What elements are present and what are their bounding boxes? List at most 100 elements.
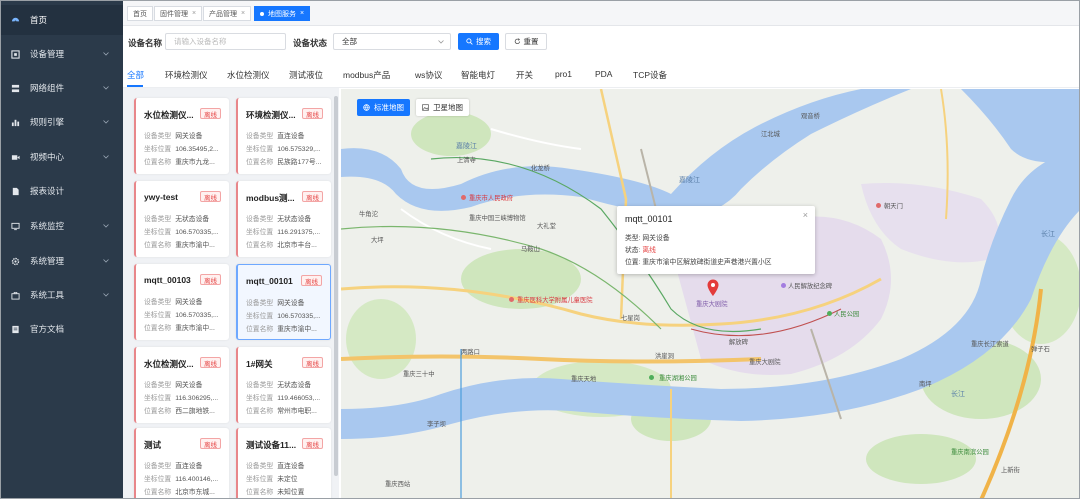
category-tab[interactable]: 环境检测仪 bbox=[165, 69, 208, 81]
tab-bar: 首页 固件管理 × 产品管理 × 地图服务 × bbox=[123, 1, 1079, 26]
device-coord: 116.306295,... bbox=[175, 395, 219, 402]
search-button[interactable]: 搜索 bbox=[458, 33, 499, 50]
category-tab[interactable]: TCP设备 bbox=[633, 69, 667, 81]
map-label: 江北城 bbox=[761, 131, 780, 138]
device-name: 测试设备11... bbox=[246, 440, 297, 450]
map-label: 重庆市人民政府 bbox=[469, 195, 514, 202]
device-card[interactable]: 水位检测仪... 离线 设备类型 网关设备 坐标位置 106.35495,2... … bbox=[134, 98, 229, 174]
field-label: 位置名称 bbox=[144, 408, 172, 415]
device-location: 重庆市渝中... bbox=[175, 325, 215, 332]
chevron-down-icon bbox=[103, 120, 109, 124]
close-icon[interactable]: × bbox=[241, 10, 245, 17]
sidebar-item-device-management[interactable]: 设备管理 bbox=[1, 39, 123, 69]
sidebar-item-rule-engine[interactable]: 规则引擎 bbox=[1, 107, 123, 137]
field-label: 位置名称 bbox=[246, 159, 274, 166]
close-icon[interactable]: × bbox=[192, 10, 196, 17]
sidebar-item-label: 官方文档 bbox=[30, 324, 65, 334]
device-type: 直连设备 bbox=[277, 133, 305, 140]
device-card[interactable]: ywy-test 离线 设备类型 无状态设备 坐标位置 106.570335,...… bbox=[134, 181, 229, 257]
map-label: 重庆医科大学附属儿童医院 bbox=[517, 297, 593, 304]
category-tab[interactable]: 智能电灯 bbox=[461, 69, 495, 81]
field-label: 设备类型 bbox=[144, 299, 172, 306]
category-tab[interactable]: 开关 bbox=[516, 69, 533, 81]
category-tab[interactable]: 测试液位 bbox=[289, 69, 323, 81]
device-type: 无状态设备 bbox=[175, 216, 210, 223]
device-location-pin-icon[interactable] bbox=[707, 279, 719, 297]
chevron-down-icon bbox=[103, 52, 109, 56]
category-tab[interactable]: pro1 bbox=[555, 69, 572, 79]
map-label: 重庆三十中 bbox=[403, 371, 435, 378]
popup-location-label: 位置: bbox=[625, 259, 641, 266]
device-name-input[interactable]: 请输入设备名称 bbox=[165, 33, 286, 50]
device-location: 北京市丰台... bbox=[277, 242, 317, 249]
globe-icon bbox=[363, 104, 370, 111]
map-label: 上新街 bbox=[1001, 467, 1020, 474]
card-list-scrollbar[interactable] bbox=[334, 96, 338, 476]
device-card[interactable]: 测试 离线 设备类型 直连设备 坐标位置 116.400146,... 位置名称 北京… bbox=[134, 428, 229, 498]
sidebar-item-docs[interactable]: 官方文档 bbox=[1, 314, 123, 344]
chevron-down-icon bbox=[103, 86, 109, 90]
field-label: 坐标位置 bbox=[144, 229, 172, 236]
sidebar-item-system-tools[interactable]: 系统工具 bbox=[1, 280, 123, 310]
device-card-selected[interactable]: mqtt_00101 离线 设备类型 网关设备 坐标位置 106.570335,..… bbox=[236, 264, 331, 340]
status-badge: 离线 bbox=[200, 438, 221, 449]
tab-firmware[interactable]: 固件管理 × bbox=[154, 6, 203, 21]
device-coord: 106.570335,... bbox=[175, 229, 219, 236]
sidebar-item-home[interactable]: 首页 bbox=[1, 5, 123, 35]
device-location: 常州市电职... bbox=[277, 408, 317, 415]
close-icon[interactable]: × bbox=[300, 10, 304, 17]
device-type: 直连设备 bbox=[277, 463, 305, 470]
field-label: 设备类型 bbox=[246, 382, 274, 389]
category-tab[interactable]: PDA bbox=[595, 69, 612, 79]
device-card[interactable]: 测试设备11... 离线 设备类型 直连设备 坐标位置 未定位 位置名称 未知位置 bbox=[236, 428, 331, 498]
device-type: 网关设备 bbox=[175, 382, 203, 389]
device-card[interactable]: 环境检测仪... 离线 设备类型 直连设备 坐标位置 106.575329,... … bbox=[236, 98, 331, 174]
device-status-select[interactable]: 全部 bbox=[333, 33, 451, 50]
sidebar-item-system-management[interactable]: 系统管理 bbox=[1, 246, 123, 276]
rule-engine-icon bbox=[11, 118, 20, 127]
category-tab[interactable]: ws协议 bbox=[415, 69, 442, 81]
close-icon[interactable]: × bbox=[803, 210, 808, 220]
category-tab[interactable]: 水位检测仪 bbox=[227, 69, 270, 81]
map-label: 人民公园 bbox=[834, 311, 860, 318]
standard-map-button[interactable]: 标准地图 bbox=[357, 99, 410, 116]
tab-home[interactable]: 首页 bbox=[127, 6, 153, 21]
sidebar: 首页 设备管理 网络组件 规则引擎 视频中心 报表设计 系统监控 系统管理 系统… bbox=[1, 1, 123, 498]
tab-product[interactable]: 产品管理 × bbox=[203, 6, 252, 21]
tab-label: 地图服务 bbox=[268, 10, 296, 18]
map-view[interactable]: 标准地图 卫星地图 嘉陵江 嘉陵江 长江 长江 重庆市人民政府 重庆中国三峡博物… bbox=[341, 89, 1079, 498]
sidebar-item-network[interactable]: 网络组件 bbox=[1, 73, 123, 103]
sidebar-item-video[interactable]: 视频中心 bbox=[1, 142, 123, 172]
device-name: modbus测... bbox=[246, 193, 295, 203]
image-icon bbox=[422, 104, 429, 111]
sidebar-item-system-monitor[interactable]: 系统监控 bbox=[1, 211, 123, 241]
map-label: 嘉陵江 bbox=[456, 143, 477, 150]
device-name-placeholder: 请输入设备名称 bbox=[174, 37, 227, 46]
reset-button[interactable]: 重置 bbox=[505, 33, 547, 50]
category-tab[interactable]: modbus产品 bbox=[343, 69, 390, 81]
tab-map-service[interactable]: 地图服务 × bbox=[254, 6, 311, 21]
device-card[interactable]: modbus测... 离线 设备类型 无状态设备 坐标位置 116.291375,.… bbox=[236, 181, 331, 257]
search-icon bbox=[466, 38, 473, 45]
sidebar-item-report[interactable]: 报表设计 bbox=[1, 176, 123, 206]
chevron-down-icon bbox=[103, 155, 109, 159]
sidebar-item-label: 网络组件 bbox=[30, 83, 65, 93]
satellite-map-button[interactable]: 卫星地图 bbox=[416, 99, 469, 116]
status-badge: 离线 bbox=[302, 357, 323, 368]
device-type: 网关设备 bbox=[175, 133, 203, 140]
device-location: 民族路177号... bbox=[277, 159, 322, 166]
device-card[interactable]: 水位检测仪... 离线 设备类型 网关设备 坐标位置 116.306295,... … bbox=[134, 347, 229, 423]
device-name: 1#网关 bbox=[246, 359, 273, 369]
device-coord: 106.35495,2... bbox=[175, 146, 219, 153]
field-label: 位置名称 bbox=[144, 489, 172, 496]
map-label: 重庆天地 bbox=[571, 376, 597, 383]
network-icon bbox=[11, 84, 20, 93]
gear-icon bbox=[11, 257, 20, 266]
device-card[interactable]: 1#网关 离线 设备类型 无状态设备 坐标位置 119.466053,... 位置名… bbox=[236, 347, 331, 423]
status-badge: 离线 bbox=[302, 108, 323, 119]
device-card[interactable]: mqtt_00103 离线 设备类型 网关设备 坐标位置 106.570335,..… bbox=[134, 264, 229, 340]
category-tab-all[interactable]: 全部 bbox=[127, 69, 144, 81]
chevron-down-icon bbox=[103, 224, 109, 228]
status-badge: 离线 bbox=[302, 438, 323, 449]
poi-marker bbox=[876, 203, 881, 208]
